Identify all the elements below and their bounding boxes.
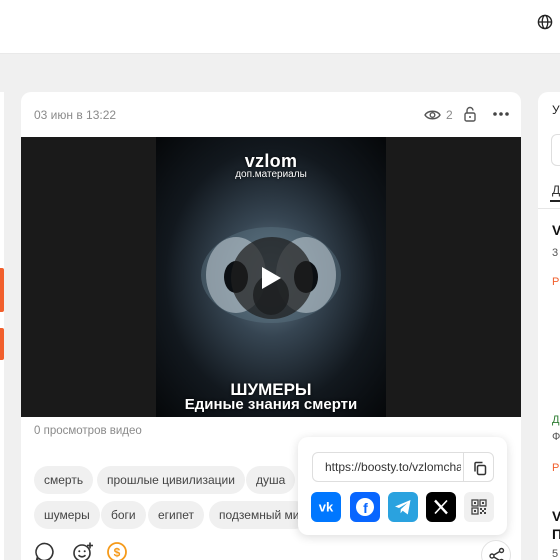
share-url-text[interactable]: https://boosty.to/vzlomchannel: [325, 460, 461, 474]
qr-code-icon: [471, 499, 487, 515]
right-panel-fragment: V: [552, 508, 560, 524]
share-qr-button[interactable]: [464, 492, 494, 522]
left-orange-button[interactable]: [0, 268, 4, 312]
right-panel-fragment: 3: [552, 247, 559, 259]
share-icon: [489, 547, 505, 560]
copy-link-button[interactable]: [463, 453, 493, 481]
share-x-button[interactable]: [426, 492, 456, 522]
right-panel-fragment: У: [552, 103, 560, 117]
lock-icon[interactable]: [463, 106, 477, 122]
share-facebook-button[interactable]: f: [350, 492, 380, 522]
globe-icon[interactable]: [537, 14, 553, 30]
video-caption-line2: Единые знания смерти: [184, 396, 358, 413]
video-views-count: 0 просмотров видео: [34, 425, 142, 437]
right-panel-divider: [538, 208, 560, 209]
svg-text:f: f: [363, 500, 368, 516]
copy-icon[interactable]: [473, 461, 487, 476]
left-orange-button[interactable]: [0, 328, 4, 360]
svg-text:$: $: [114, 546, 121, 560]
video-player[interactable]: vzlom доп.материалы ШУМЕРЫ Единые знания…: [21, 137, 521, 417]
tag[interactable]: душа: [246, 466, 296, 494]
svg-text:vk: vk: [319, 500, 334, 515]
right-panel-fragment: Р: [552, 462, 560, 474]
video-overlay-subtitle: доп.материалы: [235, 169, 307, 180]
donate-icon[interactable]: $: [106, 541, 128, 560]
tag[interactable]: шумеры: [34, 501, 100, 529]
right-panel-input[interactable]: [551, 134, 560, 166]
share-popover: https://boosty.to/vzlomchannel vk f: [298, 437, 507, 535]
facebook-icon: f: [356, 498, 374, 516]
tag[interactable]: смерть: [34, 466, 94, 494]
add-reaction-icon[interactable]: [72, 541, 94, 560]
tag[interactable]: прошлые цивилизации: [97, 466, 245, 494]
right-panel-fragment: Д: [552, 183, 560, 197]
comment-icon[interactable]: [34, 541, 56, 560]
share-url-field[interactable]: https://boosty.to/vzlomchannel: [312, 452, 494, 482]
x-icon: [434, 499, 448, 515]
right-sidebar-card: У Д V 3 Р Д Ф Р V П 5: [538, 92, 560, 560]
right-panel-fragment: Р: [552, 276, 560, 288]
views-count: 2: [446, 108, 453, 122]
right-panel-fragment: 5: [552, 548, 559, 560]
tag[interactable]: египет: [148, 501, 205, 529]
share-vk-button[interactable]: vk: [311, 492, 341, 522]
post-date: 03 июн в 13:22: [34, 108, 117, 122]
right-panel-tab-underline: [550, 200, 560, 202]
tag[interactable]: подземный ми: [209, 501, 310, 529]
top-header: [0, 0, 560, 54]
right-panel-fragment: Д: [552, 414, 560, 426]
more-options-icon[interactable]: [492, 108, 510, 120]
vk-icon: vk: [319, 500, 334, 515]
share-telegram-button[interactable]: [388, 492, 418, 522]
telegram-icon: [395, 500, 411, 515]
right-panel-fragment: V: [552, 222, 560, 238]
tag[interactable]: боги: [101, 501, 146, 529]
eye-icon: [424, 110, 441, 120]
right-panel-fragment: Ф: [552, 431, 560, 443]
play-icon[interactable]: [262, 267, 281, 289]
right-panel-fragment: П: [552, 526, 560, 542]
left-sidebar-edge: [0, 92, 4, 560]
